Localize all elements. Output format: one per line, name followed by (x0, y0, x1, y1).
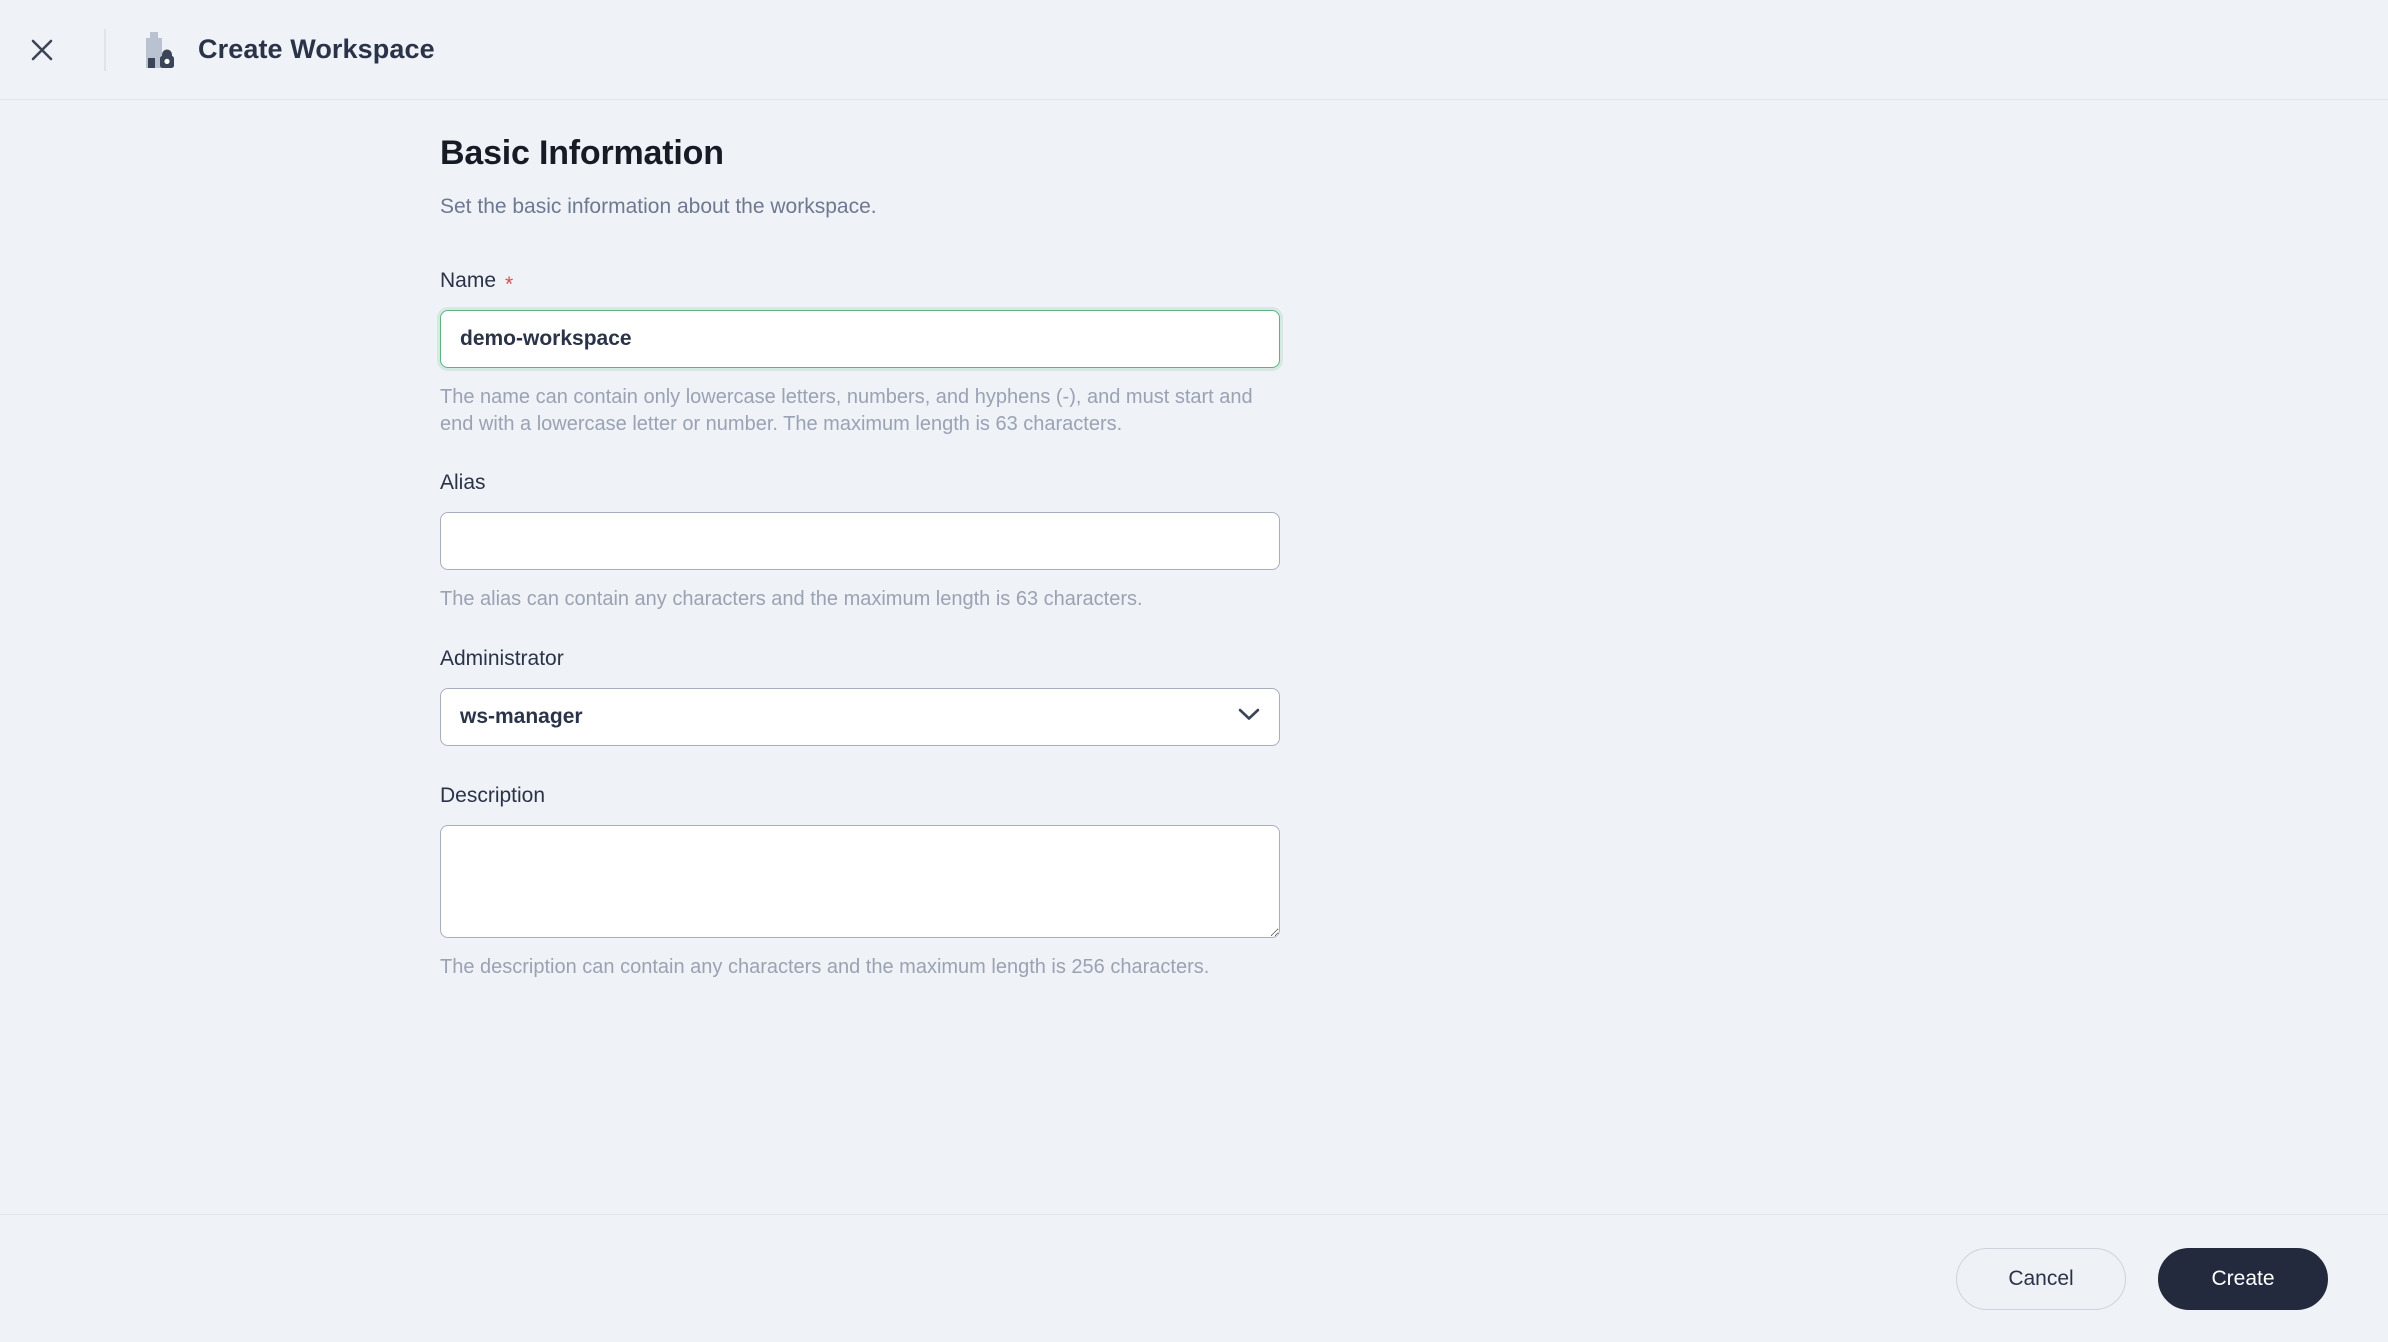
description-label: Description (440, 783, 546, 807)
required-marker: * (505, 272, 514, 296)
name-label: Name (440, 269, 497, 292)
alias-helper-text: The alias can contain any characters and… (440, 588, 1143, 611)
dialog-body: Basic Information Set the basic informat… (0, 100, 2388, 1214)
section-subtitle: Set the basic information about the work… (440, 195, 877, 218)
field-name: Name * The name can contain only lowerca… (440, 269, 1280, 437)
description-textarea[interactable] (440, 824, 1280, 938)
create-workspace-dialog: Create Workspace Basic Information Set t… (0, 0, 2388, 1342)
administrator-select[interactable] (440, 687, 1280, 746)
dialog-title: Create Workspace (198, 34, 435, 64)
field-administrator: Administrator (440, 647, 1280, 746)
section-title: Basic Information (440, 134, 724, 172)
name-input[interactable] (440, 310, 1280, 368)
description-helper-text: The description can contain any characte… (440, 955, 1210, 978)
close-icon (28, 36, 56, 64)
dialog-footer: Cancel Create (0, 1214, 2388, 1342)
field-alias: Alias The alias can contain any characte… (440, 471, 1280, 613)
basic-information-form: Basic Information Set the basic informat… (440, 100, 1280, 980)
alias-label-row: Alias (440, 471, 1280, 495)
administrator-label-row: Administrator (440, 647, 1280, 671)
field-description: Description The description can contain … (440, 784, 1280, 981)
name-label-row: Name * (440, 269, 1280, 296)
name-helper-text: The name can contain only lowercase lett… (440, 386, 1253, 435)
header-divider (104, 28, 106, 71)
description-label-row: Description (440, 784, 1280, 808)
administrator-label: Administrator (440, 646, 564, 670)
alias-label: Alias (440, 471, 486, 495)
workspace-lock-icon (140, 30, 178, 70)
create-button[interactable]: Create (2158, 1247, 2328, 1310)
administrator-select-value[interactable] (440, 687, 1280, 746)
cancel-button[interactable]: Cancel (1956, 1247, 2126, 1310)
dialog-header: Create Workspace (0, 0, 2388, 100)
close-button[interactable] (14, 22, 70, 78)
alias-input[interactable] (440, 512, 1280, 571)
